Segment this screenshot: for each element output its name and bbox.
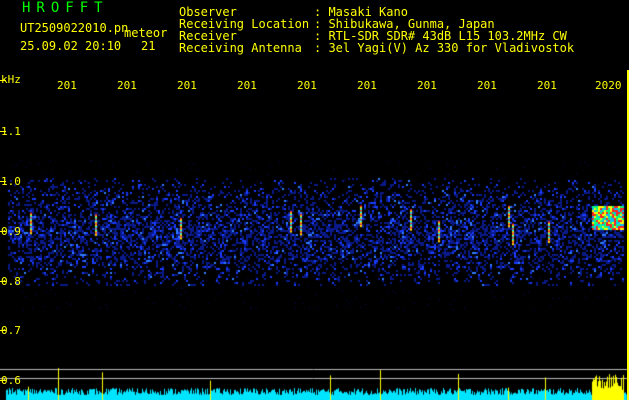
x-tick-label: 201 xyxy=(57,79,77,92)
station-info: Observer : Masaki Kano Receiving Locatio… xyxy=(179,6,574,54)
y-tick xyxy=(0,281,6,282)
x-tick-label: 201 xyxy=(477,79,497,92)
x-tick-label: 201 xyxy=(297,79,317,92)
y-tick xyxy=(0,330,6,331)
info-label: Receiving Antenna xyxy=(179,41,302,55)
app-title: HROFFT xyxy=(22,0,109,16)
y-tick xyxy=(0,231,6,232)
meteor-label: meteor xyxy=(124,26,168,40)
y-tick xyxy=(0,380,6,381)
y-tick xyxy=(0,181,6,182)
timestamp: 25.09.02 20:10 xyxy=(20,39,122,53)
x-tick-label: 201 xyxy=(537,79,557,92)
meteor-count: 21 xyxy=(141,39,156,53)
x-tick-label: 201 xyxy=(237,79,257,92)
x-tick-label: 201 xyxy=(357,79,377,92)
x-tick-label: 201 xyxy=(177,79,197,92)
y-tick xyxy=(0,80,6,81)
info-row-antenna: Receiving Antenna : 3el Yagi(V) Az 330 f… xyxy=(179,42,574,54)
x-tick-label: 201 xyxy=(417,79,437,92)
info-value: : 3el Yagi(V) Az 330 for Vladivostok xyxy=(314,41,575,55)
x-tick-label: 201 xyxy=(117,79,137,92)
y-tick xyxy=(0,131,6,132)
x-tick-label: 2020 xyxy=(595,79,622,92)
spectrogram-canvas xyxy=(0,0,629,400)
file-name: UT2509022010.pn xyxy=(20,21,129,35)
